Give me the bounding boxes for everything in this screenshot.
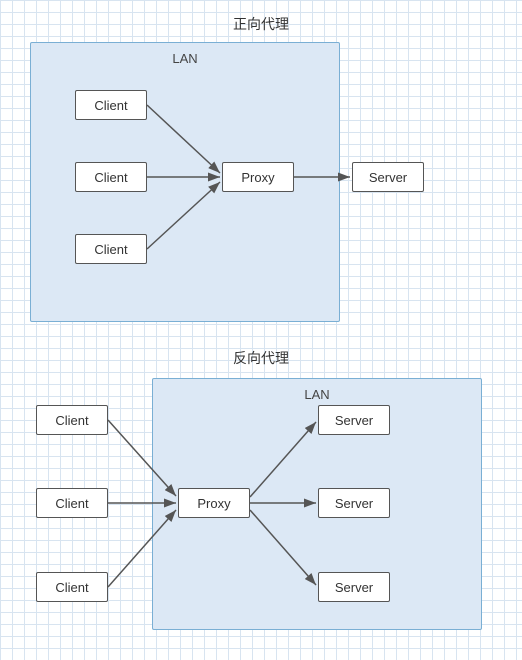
forward-client3: Client xyxy=(75,234,147,264)
forward-client2: Client xyxy=(75,162,147,192)
title-reverse-proxy: 反向代理 xyxy=(0,348,522,368)
lan-label-forward: LAN xyxy=(172,51,197,66)
page-content: 正向代理 LAN Client Client Client Proxy Serv… xyxy=(0,0,522,660)
forward-server: Server xyxy=(352,162,424,192)
reverse-client2: Client xyxy=(36,488,108,518)
forward-client1: Client xyxy=(75,90,147,120)
reverse-client3: Client xyxy=(36,572,108,602)
title-forward-proxy: 正向代理 xyxy=(0,14,522,34)
reverse-client1: Client xyxy=(36,405,108,435)
reverse-server1: Server xyxy=(318,405,390,435)
reverse-server3: Server xyxy=(318,572,390,602)
lan-label-reverse: LAN xyxy=(304,387,329,402)
reverse-server2: Server xyxy=(318,488,390,518)
reverse-proxy: Proxy xyxy=(178,488,250,518)
forward-proxy: Proxy xyxy=(222,162,294,192)
